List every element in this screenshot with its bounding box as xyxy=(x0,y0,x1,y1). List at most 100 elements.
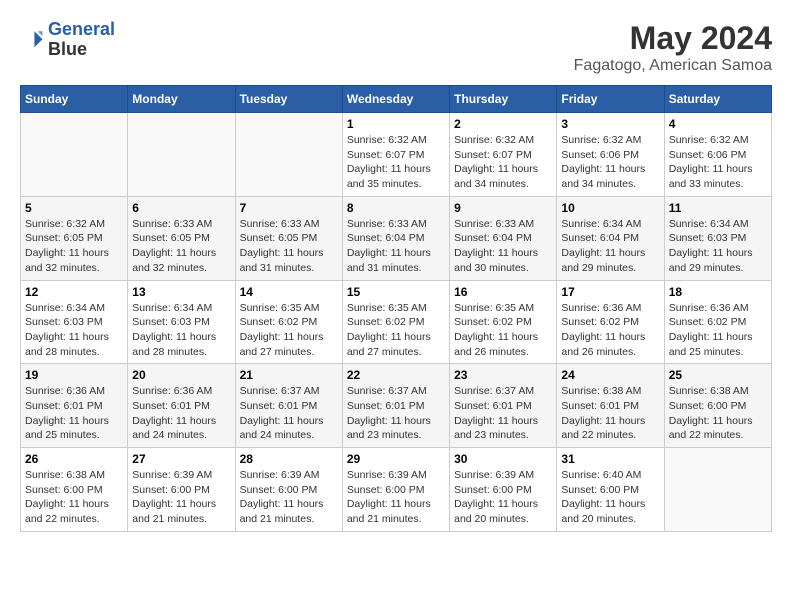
weekday-header: Thursday xyxy=(450,86,557,113)
calendar-cell xyxy=(128,113,235,197)
day-number: 19 xyxy=(25,368,123,382)
calendar-cell: 22 Sunrise: 6:37 AM Sunset: 6:01 PM Dayli… xyxy=(342,364,449,448)
day-number: 13 xyxy=(132,285,230,299)
day-info: Sunrise: 6:33 AM Sunset: 6:05 PM Dayligh… xyxy=(240,217,338,276)
calendar-cell: 19 Sunrise: 6:36 AM Sunset: 6:01 PM Dayli… xyxy=(21,364,128,448)
general-blue-logo-icon xyxy=(20,28,44,52)
calendar-cell: 11 Sunrise: 6:34 AM Sunset: 6:03 PM Dayli… xyxy=(664,196,771,280)
day-number: 16 xyxy=(454,285,552,299)
day-number: 12 xyxy=(25,285,123,299)
day-number: 22 xyxy=(347,368,445,382)
day-number: 6 xyxy=(132,201,230,215)
calendar-table: SundayMondayTuesdayWednesdayThursdayFrid… xyxy=(20,85,772,532)
day-info: Sunrise: 6:34 AM Sunset: 6:04 PM Dayligh… xyxy=(561,217,659,276)
calendar-week-row: 1 Sunrise: 6:32 AM Sunset: 6:07 PM Daylig… xyxy=(21,113,772,197)
logo-text: General Blue xyxy=(48,20,115,60)
day-info: Sunrise: 6:39 AM Sunset: 6:00 PM Dayligh… xyxy=(347,468,445,527)
day-number: 18 xyxy=(669,285,767,299)
weekday-header: Friday xyxy=(557,86,664,113)
calendar-cell: 16 Sunrise: 6:35 AM Sunset: 6:02 PM Dayli… xyxy=(450,280,557,364)
calendar-cell: 3 Sunrise: 6:32 AM Sunset: 6:06 PM Daylig… xyxy=(557,113,664,197)
day-info: Sunrise: 6:36 AM Sunset: 6:02 PM Dayligh… xyxy=(561,301,659,360)
day-number: 11 xyxy=(669,201,767,215)
day-number: 1 xyxy=(347,117,445,131)
day-info: Sunrise: 6:37 AM Sunset: 6:01 PM Dayligh… xyxy=(240,384,338,443)
calendar-cell: 24 Sunrise: 6:38 AM Sunset: 6:01 PM Dayli… xyxy=(557,364,664,448)
calendar-cell: 6 Sunrise: 6:33 AM Sunset: 6:05 PM Daylig… xyxy=(128,196,235,280)
calendar-cell: 14Sunrise: 6:35 AM Sunset: 6:02 PM Dayli… xyxy=(235,280,342,364)
day-number: 25 xyxy=(669,368,767,382)
day-number: 9 xyxy=(454,201,552,215)
calendar-cell: 29 Sunrise: 6:39 AM Sunset: 6:00 PM Dayli… xyxy=(342,448,449,532)
weekday-header: Wednesday xyxy=(342,86,449,113)
day-info: Sunrise: 6:35 AM Sunset: 6:02 PM Dayligh… xyxy=(347,301,445,360)
calendar-cell: 9 Sunrise: 6:33 AM Sunset: 6:04 PM Daylig… xyxy=(450,196,557,280)
calendar-cell: 1 Sunrise: 6:32 AM Sunset: 6:07 PM Daylig… xyxy=(342,113,449,197)
weekday-header: Saturday xyxy=(664,86,771,113)
calendar-cell: 12 Sunrise: 6:34 AM Sunset: 6:03 PM Dayli… xyxy=(21,280,128,364)
day-number: 24 xyxy=(561,368,659,382)
calendar-cell: 31 Sunrise: 6:40 AM Sunset: 6:00 PM Dayli… xyxy=(557,448,664,532)
day-info: Sunrise: 6:32 AM Sunset: 6:07 PM Dayligh… xyxy=(454,133,552,192)
calendar-cell xyxy=(21,113,128,197)
day-info: Sunrise: 6:32 AM Sunset: 6:06 PM Dayligh… xyxy=(669,133,767,192)
calendar-cell: 30 Sunrise: 6:39 AM Sunset: 6:00 PM Dayli… xyxy=(450,448,557,532)
calendar-week-row: 5Sunrise: 6:32 AM Sunset: 6:05 PM Daylig… xyxy=(21,196,772,280)
day-info: Sunrise: 6:33 AM Sunset: 6:04 PM Dayligh… xyxy=(454,217,552,276)
month-title: May 2024 xyxy=(574,20,772,57)
day-number: 27 xyxy=(132,452,230,466)
day-info: Sunrise: 6:35 AM Sunset: 6:02 PM Dayligh… xyxy=(240,301,338,360)
day-info: Sunrise: 6:33 AM Sunset: 6:05 PM Dayligh… xyxy=(132,217,230,276)
day-info: Sunrise: 6:38 AM Sunset: 6:00 PM Dayligh… xyxy=(669,384,767,443)
day-info: Sunrise: 6:35 AM Sunset: 6:02 PM Dayligh… xyxy=(454,301,552,360)
calendar-cell: 23Sunrise: 6:37 AM Sunset: 6:01 PM Dayli… xyxy=(450,364,557,448)
calendar-cell: 20 Sunrise: 6:36 AM Sunset: 6:01 PM Dayli… xyxy=(128,364,235,448)
calendar-cell: 27Sunrise: 6:39 AM Sunset: 6:00 PM Dayli… xyxy=(128,448,235,532)
day-number: 31 xyxy=(561,452,659,466)
weekday-header: Monday xyxy=(128,86,235,113)
day-info: Sunrise: 6:38 AM Sunset: 6:01 PM Dayligh… xyxy=(561,384,659,443)
day-info: Sunrise: 6:39 AM Sunset: 6:00 PM Dayligh… xyxy=(454,468,552,527)
calendar-cell xyxy=(664,448,771,532)
calendar-week-row: 12 Sunrise: 6:34 AM Sunset: 6:03 PM Dayli… xyxy=(21,280,772,364)
day-number: 29 xyxy=(347,452,445,466)
day-number: 3 xyxy=(561,117,659,131)
page-header: General Blue May 2024 Fagatogo, American… xyxy=(20,20,772,75)
day-info: Sunrise: 6:32 AM Sunset: 6:07 PM Dayligh… xyxy=(347,133,445,192)
day-number: 30 xyxy=(454,452,552,466)
weekday-header: Sunday xyxy=(21,86,128,113)
day-info: Sunrise: 6:40 AM Sunset: 6:00 PM Dayligh… xyxy=(561,468,659,527)
day-number: 28 xyxy=(240,452,338,466)
day-info: Sunrise: 6:34 AM Sunset: 6:03 PM Dayligh… xyxy=(132,301,230,360)
day-number: 20 xyxy=(132,368,230,382)
calendar-cell: 5Sunrise: 6:32 AM Sunset: 6:05 PM Daylig… xyxy=(21,196,128,280)
calendar-cell: 13 Sunrise: 6:34 AM Sunset: 6:03 PM Dayli… xyxy=(128,280,235,364)
weekday-header: Tuesday xyxy=(235,86,342,113)
day-info: Sunrise: 6:37 AM Sunset: 6:01 PM Dayligh… xyxy=(347,384,445,443)
day-info: Sunrise: 6:36 AM Sunset: 6:01 PM Dayligh… xyxy=(25,384,123,443)
calendar-cell: 8Sunrise: 6:33 AM Sunset: 6:04 PM Daylig… xyxy=(342,196,449,280)
day-info: Sunrise: 6:37 AM Sunset: 6:01 PM Dayligh… xyxy=(454,384,552,443)
calendar-week-row: 19 Sunrise: 6:36 AM Sunset: 6:01 PM Dayli… xyxy=(21,364,772,448)
day-info: Sunrise: 6:34 AM Sunset: 6:03 PM Dayligh… xyxy=(669,217,767,276)
calendar-cell: 18Sunrise: 6:36 AM Sunset: 6:02 PM Dayli… xyxy=(664,280,771,364)
day-number: 21 xyxy=(240,368,338,382)
day-number: 5 xyxy=(25,201,123,215)
day-info: Sunrise: 6:38 AM Sunset: 6:00 PM Dayligh… xyxy=(25,468,123,527)
day-number: 26 xyxy=(25,452,123,466)
day-info: Sunrise: 6:36 AM Sunset: 6:01 PM Dayligh… xyxy=(132,384,230,443)
calendar-week-row: 26 Sunrise: 6:38 AM Sunset: 6:00 PM Dayli… xyxy=(21,448,772,532)
calendar-cell: 15 Sunrise: 6:35 AM Sunset: 6:02 PM Dayli… xyxy=(342,280,449,364)
day-number: 10 xyxy=(561,201,659,215)
calendar-cell: 21 Sunrise: 6:37 AM Sunset: 6:01 PM Dayli… xyxy=(235,364,342,448)
day-number: 8 xyxy=(347,201,445,215)
day-number: 15 xyxy=(347,285,445,299)
day-info: Sunrise: 6:39 AM Sunset: 6:00 PM Dayligh… xyxy=(240,468,338,527)
location: Fagatogo, American Samoa xyxy=(574,57,772,75)
day-number: 4 xyxy=(669,117,767,131)
calendar-cell xyxy=(235,113,342,197)
calendar-cell: 26 Sunrise: 6:38 AM Sunset: 6:00 PM Dayli… xyxy=(21,448,128,532)
day-info: Sunrise: 6:32 AM Sunset: 6:06 PM Dayligh… xyxy=(561,133,659,192)
calendar-cell: 7Sunrise: 6:33 AM Sunset: 6:05 PM Daylig… xyxy=(235,196,342,280)
day-info: Sunrise: 6:34 AM Sunset: 6:03 PM Dayligh… xyxy=(25,301,123,360)
